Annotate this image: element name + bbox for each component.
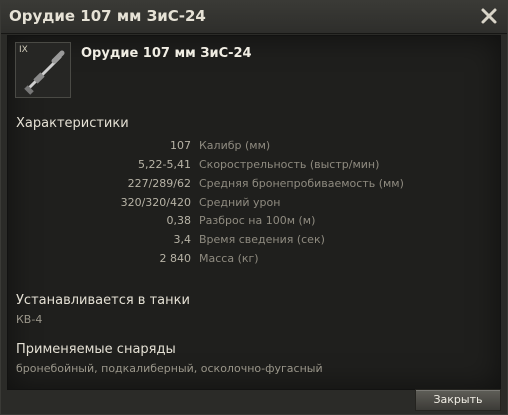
stat-row-dispersion: 0,38 Разброс на 100м (м): [8, 212, 500, 230]
stat-value: 227/289/62: [127, 177, 191, 190]
close-button[interactable]: Закрыть: [415, 389, 501, 411]
shells-title: Применяемые снаряды: [16, 342, 176, 357]
close-icon[interactable]: [480, 7, 498, 25]
stat-value: 320/320/420: [120, 196, 191, 209]
stat-value: 2 840: [159, 252, 192, 265]
stat-label: Разброс на 100м (м): [199, 214, 316, 227]
shells-value: бронебойный, подкалиберный, осколочно-фу…: [16, 362, 323, 375]
stat-value: 107: [170, 139, 191, 152]
stat-label: Масса (кг): [199, 252, 259, 265]
stat-row-damage: 320/320/420 Средний урон: [8, 194, 500, 212]
stat-label: Средняя бронепробиваемость (мм): [199, 177, 404, 190]
content-panel: IX Орудие 107 мм ЗиС-24 Характеристики 1…: [7, 35, 501, 390]
installed-title: Устанавливается в танки: [16, 293, 190, 308]
item-info-window: Орудие 107 мм ЗиС-24 IX Орудие 107 мм Зи…: [0, 0, 508, 415]
stat-label: Средний урон: [199, 196, 281, 209]
gun-icon: [24, 50, 65, 95]
stat-row-aim-time: 3,4 Время сведения (сек): [8, 231, 500, 249]
item-title: Орудие 107 мм ЗиС-24: [81, 46, 252, 61]
stat-row-rate-of-fire: 5,22-5,41 Скорострельность (выстр/мин): [8, 156, 500, 174]
stat-label: Калибр (мм): [199, 139, 271, 152]
stat-value: 3,4: [173, 233, 192, 246]
stat-value: 0,38: [166, 214, 192, 227]
stat-value: 5,22-5,41: [138, 158, 191, 171]
installed-value: КВ-4: [16, 313, 43, 326]
window-titlebar[interactable]: Орудие 107 мм ЗиС-24: [1, 1, 507, 34]
stat-label: Время сведения (сек): [199, 233, 325, 246]
item-thumbnail: IX: [15, 42, 71, 98]
stat-label: Скорострельность (выстр/мин): [199, 158, 380, 171]
stat-row-weight: 2 840 Масса (кг): [8, 250, 500, 268]
stat-row-caliber: 107 Калибр (мм): [8, 137, 500, 155]
characteristics-title: Характеристики: [16, 116, 129, 131]
window-title: Орудие 107 мм ЗиС-24: [9, 7, 206, 25]
stat-row-penetration: 227/289/62 Средняя бронепробиваемость (м…: [8, 175, 500, 193]
